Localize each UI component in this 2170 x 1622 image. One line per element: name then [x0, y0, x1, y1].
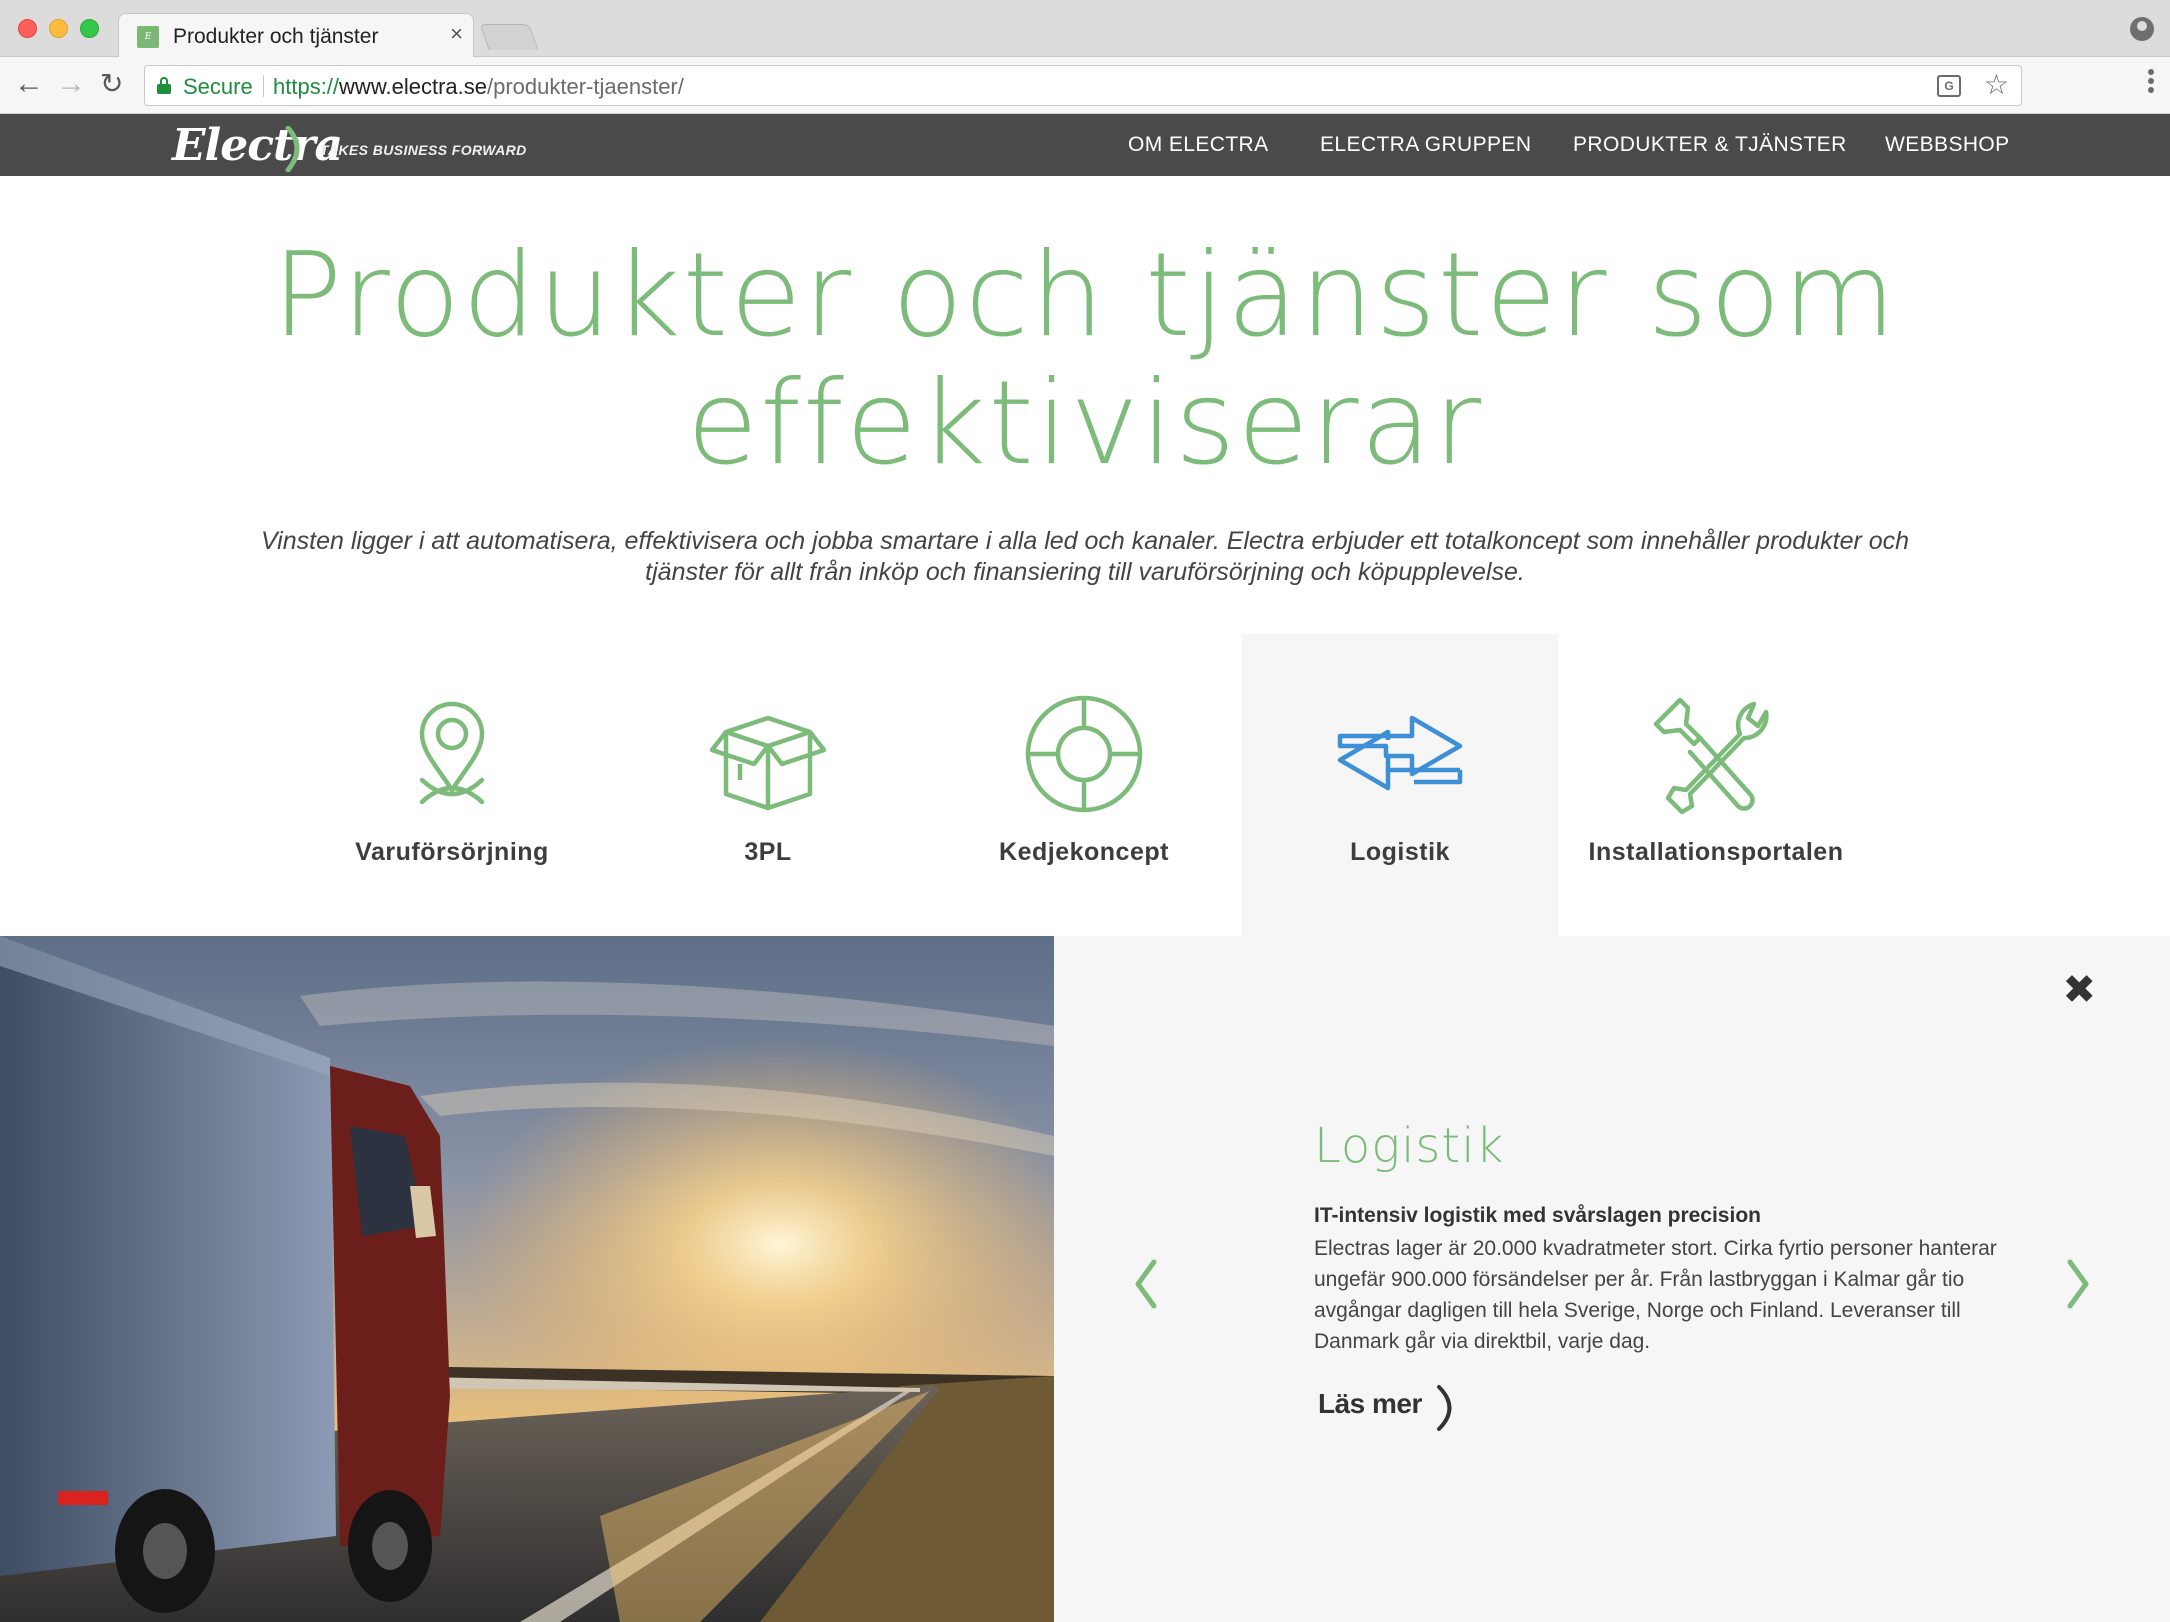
url-path: /produkter-tjaenster/: [487, 74, 684, 99]
logo-tagline: TAKES BUSINESS FORWARD: [320, 142, 527, 158]
location-pin-icon: [419, 701, 485, 805]
url-host: www.electra.se: [339, 74, 487, 99]
tools-icon: [1653, 697, 1769, 814]
truck-image: [0, 936, 1054, 1622]
previous-arrow-icon[interactable]: [1130, 1258, 1160, 1310]
menu-item-webbshop[interactable]: WEBBSHOP: [1885, 133, 2010, 157]
service-label: Installationsportalen: [1588, 838, 1844, 866]
service-3pl[interactable]: 3PL: [610, 634, 926, 936]
logo-chevron-icon: [285, 126, 300, 172]
tab-close-icon[interactable]: ×: [450, 23, 463, 45]
detail-body: Electras lager är 20.000 kvadratmeter st…: [1314, 1237, 1997, 1353]
close-window-button[interactable]: [18, 19, 37, 38]
chevron-right-icon: [1437, 1385, 1452, 1431]
truck-photo: [0, 936, 1054, 1622]
minimize-window-button[interactable]: [49, 19, 68, 38]
browser-titlebar: E Produkter och tjänster ×: [0, 0, 2170, 58]
menu-item-produkter-tjanster[interactable]: PRODUKTER & TJÄNSTER: [1573, 133, 1847, 157]
detail-title: Logistik: [1314, 1118, 1505, 1174]
favicon-icon: E: [137, 26, 159, 48]
address-divider: [263, 75, 264, 97]
service-label: 3PL: [744, 838, 792, 866]
forward-arrow-icon[interactable]: →: [56, 69, 86, 99]
service-installationsportalen[interactable]: Installationsportalen: [1558, 634, 1874, 936]
read-more-link[interactable]: Läs mer: [1318, 1385, 1452, 1431]
intro-text-line-1: Vinsten ligger i att automatisera, effek…: [260, 527, 1910, 555]
menu-item-om-electra[interactable]: OM ELECTRA: [1128, 133, 1269, 157]
menu-item-electra-gruppen[interactable]: ELECTRA GRUPPEN: [1320, 133, 1531, 157]
url-scheme: https://: [273, 74, 340, 99]
intro-text: Vinsten ligger i att automatisera, effek…: [200, 526, 1970, 588]
services-row: Varuförsörjning 3PL Kedjekoncept Logisti…: [0, 634, 2170, 936]
service-label: Logistik: [1350, 838, 1450, 866]
service-label: Kedjekoncept: [999, 838, 1169, 866]
translate-icon[interactable]: G: [1937, 75, 1961, 97]
url-text[interactable]: https://www.electra.se/produkter-tjaenst…: [273, 74, 684, 100]
service-detail-panel: ✖ Logistik IT-intensiv logistik med svår…: [1054, 936, 2170, 1622]
logo-wordmark: Electra: [172, 120, 343, 171]
close-icon[interactable]: ✖: [2062, 970, 2096, 1010]
tab-title: Produkter och tjänster: [173, 25, 379, 48]
address-bar[interactable]: Secure https://www.electra.se/produkter-…: [144, 65, 2022, 106]
reload-icon[interactable]: ↻: [100, 69, 123, 99]
page-title-line-2: effektiviserar: [686, 356, 1484, 491]
site-header: Electra TAKES BUSINESS FORWARD OM ELECTR…: [0, 114, 2170, 176]
bookmark-star-icon[interactable]: ☆: [1984, 69, 2009, 101]
secure-label: Secure: [183, 74, 253, 99]
detail-subtitle: IT-intensiv logistik med svårslagen prec…: [1314, 1204, 1761, 1227]
browser-toolbar: ← → ↻ Secure https://www.electra.se/prod…: [0, 57, 2170, 114]
exchange-arrows-icon: [1337, 715, 1463, 791]
lock-icon: [157, 77, 171, 94]
browser-menu-icon[interactable]: [2148, 69, 2154, 99]
read-more-label: Läs mer: [1318, 1388, 1422, 1419]
zoom-window-button[interactable]: [80, 19, 99, 38]
target-icon: [1025, 695, 1143, 813]
new-tab-button[interactable]: [479, 24, 539, 50]
service-varuforsorjning[interactable]: Varuförsörjning: [294, 634, 610, 936]
intro-text-line-2: tjänster för allt från inköp och finansi…: [645, 558, 1525, 586]
service-kedjekoncept[interactable]: Kedjekoncept: [926, 634, 1242, 936]
page-title: Produkter och tjänster som effektivisera…: [200, 232, 1970, 488]
service-logistik[interactable]: Logistik: [1242, 634, 1558, 936]
box-icon: [709, 715, 827, 811]
profile-icon[interactable]: [2130, 17, 2154, 41]
page-title-line-1: Produkter och tjänster som: [272, 228, 1898, 363]
service-label: Varuförsörjning: [355, 838, 549, 866]
back-arrow-icon[interactable]: ←: [14, 69, 44, 99]
next-arrow-icon[interactable]: [2064, 1258, 2094, 1310]
browser-tab[interactable]: E Produkter och tjänster ×: [118, 13, 474, 58]
